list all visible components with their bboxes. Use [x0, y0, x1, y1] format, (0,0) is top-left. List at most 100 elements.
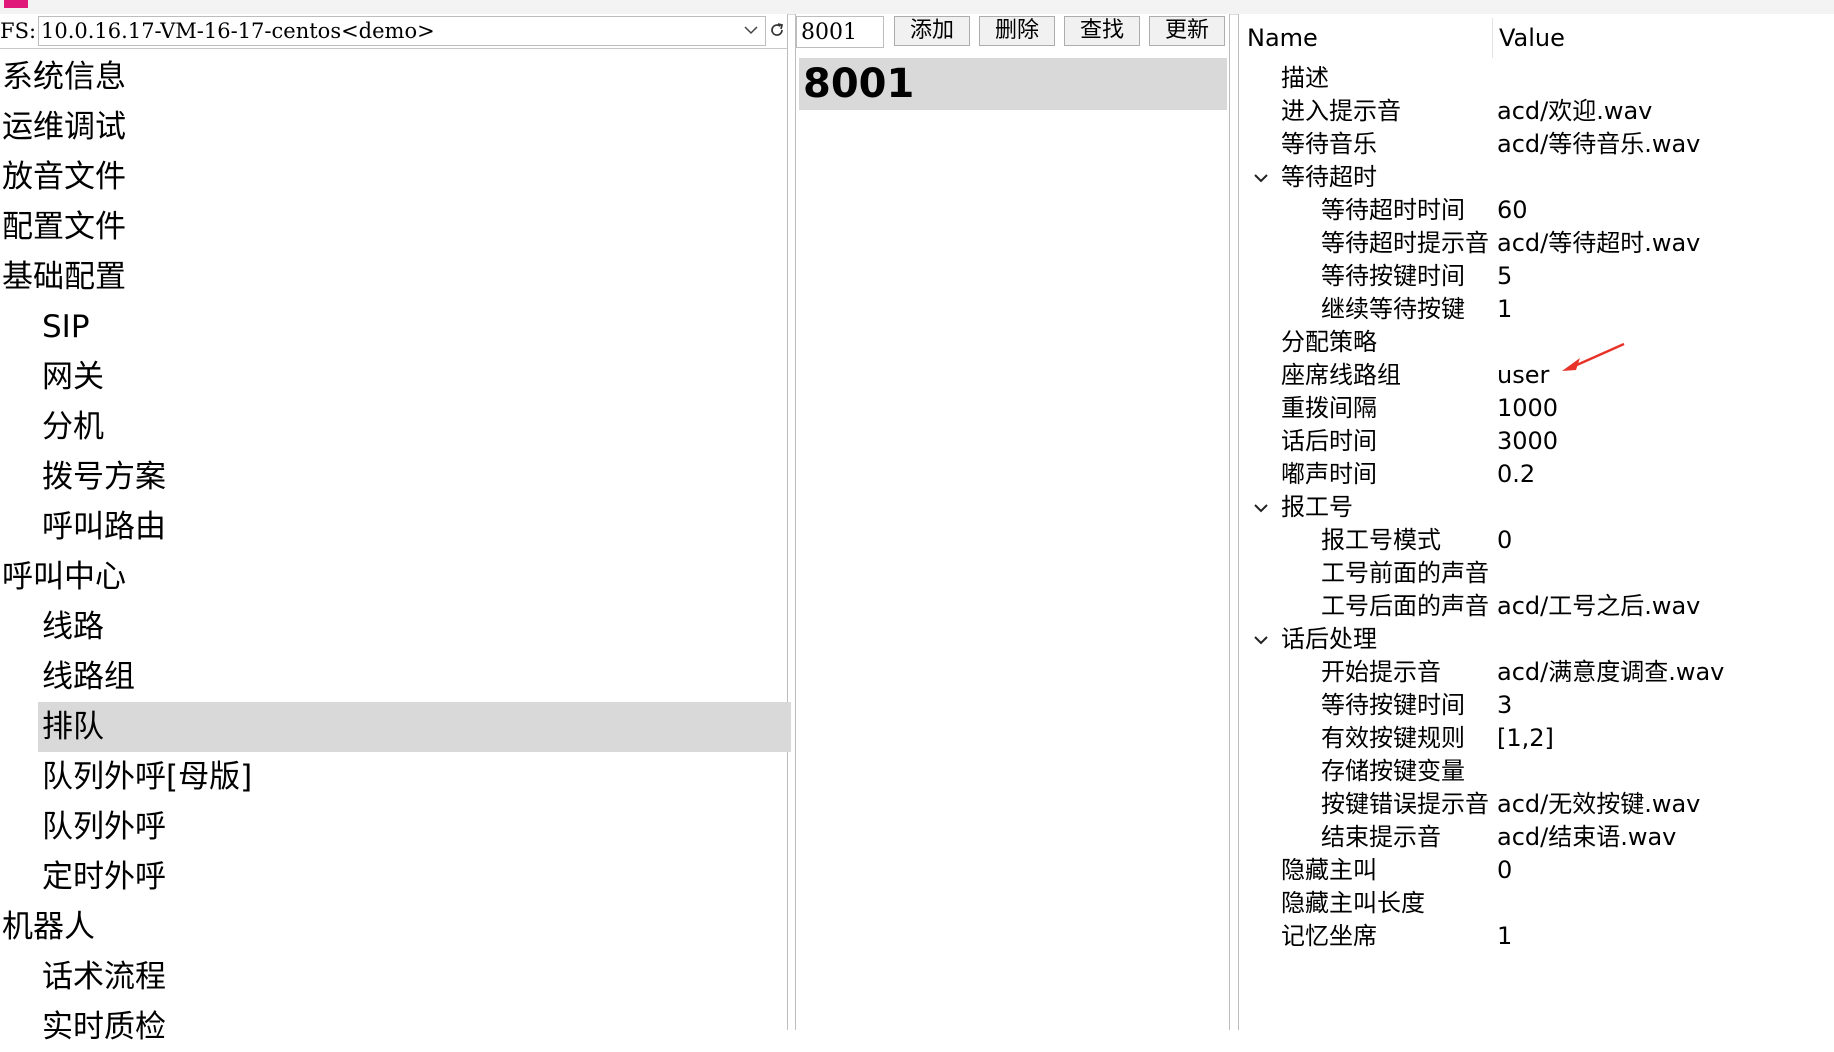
nav-item[interactable]: 线路组 [38, 652, 791, 702]
property-value[interactable]: acd/无效按键.wav [1497, 788, 1700, 821]
value-column-header[interactable]: Value [1499, 14, 1565, 62]
nav-item[interactable]: 队列外呼 [38, 802, 791, 852]
chevron-down-icon[interactable] [1253, 632, 1269, 648]
property-row[interactable]: 工号后面的声音 acd/工号之后.wav [1239, 590, 1834, 623]
nav-item[interactable]: 运维调试 [0, 102, 789, 152]
add-button[interactable]: 添加 [894, 16, 970, 46]
property-row[interactable]: 等待超时提示音 acd/等待超时.wav [1239, 227, 1834, 260]
nav-item[interactable]: 线路 [38, 602, 791, 652]
property-value[interactable]: 60 [1497, 194, 1528, 227]
property-row[interactable]: 重拨间隔 1000 [1239, 392, 1834, 425]
property-row[interactable]: 继续等待按键 1 [1239, 293, 1834, 326]
property-value[interactable]: acd/结束语.wav [1497, 821, 1676, 854]
property-row[interactable]: 嘟声时间 0.2 [1239, 458, 1834, 491]
server-select[interactable]: 10.0.16.17-VM-16-17-centos<demo> [38, 16, 766, 46]
property-row[interactable]: 报工号 [1239, 491, 1834, 524]
property-value[interactable]: acd/满意度调查.wav [1497, 656, 1724, 689]
refresh-icon[interactable] [768, 21, 786, 39]
property-row[interactable]: 等待超时时间 60 [1239, 194, 1834, 227]
property-row[interactable]: 隐藏主叫 0 [1239, 854, 1834, 887]
nav-item[interactable]: SIP [38, 302, 791, 352]
nav-item[interactable]: 网关 [38, 352, 791, 402]
property-row[interactable]: 等待按键时间 5 [1239, 260, 1834, 293]
property-name: 等待超时提示音 [1321, 229, 1489, 257]
property-name: 工号前面的声音 [1321, 559, 1489, 587]
delete-button[interactable]: 删除 [979, 16, 1055, 46]
nav-item[interactable]: 机器人 [0, 902, 789, 952]
property-row[interactable]: 按键错误提示音 acd/无效按键.wav [1239, 788, 1834, 821]
property-value[interactable]: user [1497, 359, 1549, 392]
property-value[interactable]: [1,2] [1497, 722, 1554, 755]
property-row[interactable]: 描述 [1239, 62, 1834, 95]
title-bar [0, 0, 1834, 15]
chevron-down-icon [744, 26, 758, 35]
nav-item[interactable]: 队列外呼[母版] [38, 752, 791, 802]
nav-item[interactable]: 配置文件 [0, 202, 789, 252]
nav-item[interactable]: 实时质检 [38, 1002, 791, 1052]
property-row[interactable]: 分配策略 [1239, 326, 1834, 359]
update-button[interactable]: 更新 [1149, 16, 1225, 46]
property-row[interactable]: 工号前面的声音 [1239, 557, 1834, 590]
property-row[interactable]: 等待按键时间 3 [1239, 689, 1834, 722]
property-grid: Name Value 描述 进入提示音 acd/欢迎.wav 等待音乐 acd/等待音乐… [1238, 14, 1834, 1030]
nav-item[interactable]: 定时外呼 [38, 852, 791, 902]
property-value[interactable]: acd/工号之后.wav [1497, 590, 1700, 623]
property-row[interactable]: 记忆坐席 1 [1239, 920, 1834, 953]
property-name: 分配策略 [1281, 328, 1377, 356]
property-row[interactable]: 有效按键规则 [1,2] [1239, 722, 1834, 755]
property-row[interactable]: 报工号模式 0 [1239, 524, 1834, 557]
property-row[interactable]: 话后时间 3000 [1239, 425, 1834, 458]
property-row[interactable]: 等待超时 [1239, 161, 1834, 194]
property-name: 存储按键变量 [1321, 757, 1465, 785]
property-value[interactable]: acd/欢迎.wav [1497, 95, 1652, 128]
property-name: 进入提示音 [1281, 97, 1401, 125]
property-row[interactable]: 进入提示音 acd/欢迎.wav [1239, 95, 1834, 128]
server-select-value: 10.0.16.17-VM-16-17-centos<demo> [41, 19, 435, 43]
property-value[interactable]: 0 [1497, 854, 1512, 887]
property-row[interactable]: 话后处理 [1239, 623, 1834, 656]
nav-item[interactable]: 系统信息 [0, 52, 789, 102]
find-button[interactable]: 查找 [1064, 16, 1140, 46]
column-divider[interactable] [1492, 18, 1493, 58]
queue-list-item[interactable]: 8001 [799, 58, 1227, 110]
property-value[interactable]: 3 [1497, 689, 1512, 722]
property-value[interactable]: 1 [1497, 920, 1512, 953]
property-name: 等待超时 [1281, 163, 1377, 191]
chevron-down-icon[interactable] [1253, 500, 1269, 516]
property-row[interactable]: 隐藏主叫长度 [1239, 887, 1834, 920]
property-name: 座席线路组 [1281, 361, 1401, 389]
property-row[interactable]: 等待音乐 acd/等待音乐.wav [1239, 128, 1834, 161]
property-name: 等待超时时间 [1321, 196, 1465, 224]
nav-item[interactable]: 呼叫中心 [0, 552, 789, 602]
property-name: 隐藏主叫 [1281, 856, 1377, 884]
property-value[interactable]: 1000 [1497, 392, 1558, 425]
name-column-header[interactable]: Name [1247, 14, 1318, 62]
property-name: 等待按键时间 [1321, 262, 1465, 290]
property-value[interactable]: 0.2 [1497, 458, 1535, 491]
nav-item[interactable]: 放音文件 [0, 152, 789, 202]
nav-item[interactable]: 排队 [38, 702, 791, 752]
property-value[interactable]: 3000 [1497, 425, 1558, 458]
property-value[interactable]: acd/等待音乐.wav [1497, 128, 1700, 161]
nav-item[interactable]: 拨号方案 [38, 452, 791, 502]
property-row[interactable]: 座席线路组 user [1239, 359, 1834, 392]
nav-item[interactable]: 话术流程 [38, 952, 791, 1002]
chevron-down-icon[interactable] [1253, 170, 1269, 186]
property-name: 隐藏主叫长度 [1281, 889, 1425, 917]
property-name: 报工号模式 [1321, 526, 1441, 554]
property-name: 记忆坐席 [1281, 922, 1377, 950]
property-value[interactable]: 5 [1497, 260, 1512, 293]
server-label: FS: [0, 19, 37, 43]
property-row[interactable]: 存储按键变量 [1239, 755, 1834, 788]
search-input[interactable] [796, 16, 884, 48]
nav-item[interactable]: 分机 [38, 402, 791, 452]
property-value[interactable]: acd/等待超时.wav [1497, 227, 1700, 260]
property-name: 报工号 [1281, 493, 1353, 521]
property-value[interactable]: 0 [1497, 524, 1512, 557]
property-name: 话后时间 [1281, 427, 1377, 455]
property-value[interactable]: 1 [1497, 293, 1512, 326]
nav-item[interactable]: 基础配置 [0, 252, 789, 302]
property-row[interactable]: 开始提示音 acd/满意度调查.wav [1239, 656, 1834, 689]
nav-item[interactable]: 呼叫路由 [38, 502, 791, 552]
property-row[interactable]: 结束提示音 acd/结束语.wav [1239, 821, 1834, 854]
